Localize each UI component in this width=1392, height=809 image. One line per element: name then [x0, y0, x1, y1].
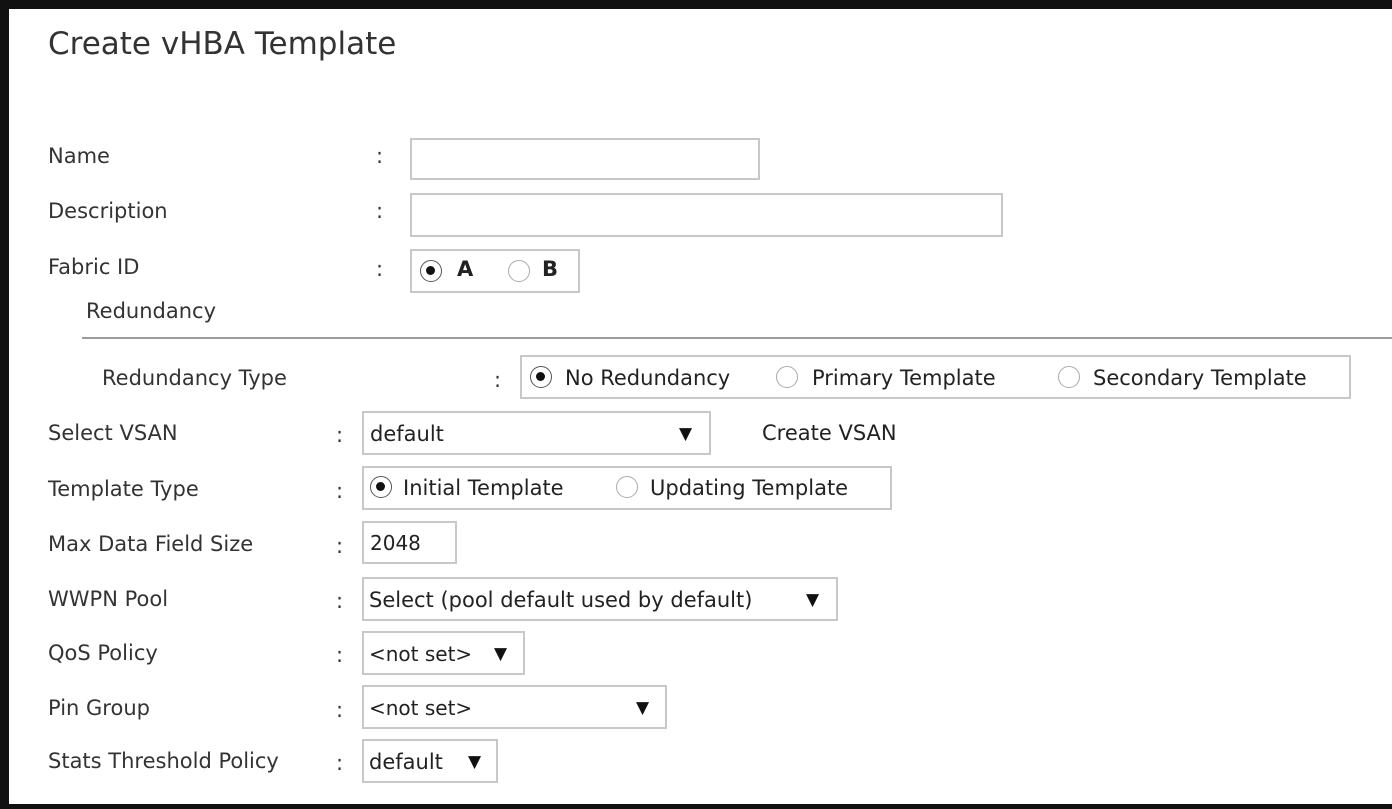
wwpn-pool-label: WWPN Pool	[48, 587, 169, 611]
secondary-template-radio[interactable]	[1058, 366, 1080, 388]
chevron-down-icon: ▼	[636, 698, 650, 718]
name-colon: :	[376, 144, 384, 168]
select-vsan-value: default	[370, 422, 444, 446]
max-data-field-size-input[interactable]	[362, 521, 457, 564]
qos-policy-value: <not set>	[369, 642, 473, 666]
wwpn-pool-value: Select (pool default used by default)	[369, 588, 753, 612]
stats-threshold-policy-colon: :	[336, 751, 344, 775]
select-vsan-label: Select VSAN	[48, 421, 178, 445]
no-redundancy-label[interactable]: No Redundancy	[565, 366, 730, 390]
redundancy-type-colon: :	[494, 368, 502, 392]
no-redundancy-radio[interactable]	[530, 366, 552, 388]
chevron-down-icon: ▼	[806, 590, 820, 610]
chevron-down-icon: ▼	[468, 752, 482, 772]
create-vsan-link[interactable]: Create VSAN	[762, 421, 897, 445]
updating-template-label[interactable]: Updating Template	[650, 476, 848, 500]
primary-template-label[interactable]: Primary Template	[812, 366, 996, 390]
wwpn-pool-colon: :	[336, 589, 344, 613]
stats-threshold-policy-dropdown[interactable]: default ▼	[362, 739, 498, 783]
max-data-field-size-colon: :	[336, 534, 344, 558]
dialog-frame	[0, 0, 1392, 809]
pin-group-label: Pin Group	[48, 696, 150, 720]
description-label: Description	[48, 199, 168, 223]
fabric-id-b-radio[interactable]	[508, 260, 530, 282]
redundancy-section-heading: Redundancy	[86, 299, 216, 323]
pin-group-value: <not set>	[369, 696, 473, 720]
name-label: Name	[48, 144, 110, 168]
select-vsan-colon: :	[336, 423, 344, 447]
qos-policy-colon: :	[336, 643, 344, 667]
primary-template-radio[interactable]	[776, 366, 798, 388]
fabric-id-b-label[interactable]: B	[542, 257, 558, 281]
description-input[interactable]	[410, 193, 1003, 237]
stats-threshold-policy-value: default	[369, 750, 443, 774]
fabric-id-a-label[interactable]: A	[457, 257, 473, 281]
redundancy-divider	[82, 337, 1392, 339]
initial-template-label[interactable]: Initial Template	[403, 476, 564, 500]
updating-template-radio[interactable]	[616, 476, 638, 498]
secondary-template-label[interactable]: Secondary Template	[1093, 366, 1307, 390]
pin-group-dropdown[interactable]: <not set> ▼	[362, 685, 667, 729]
fabric-id-colon: :	[376, 257, 384, 281]
initial-template-radio[interactable]	[370, 476, 392, 498]
max-data-field-size-label: Max Data Field Size	[48, 532, 254, 556]
chevron-down-icon: ▼	[679, 424, 693, 444]
redundancy-type-label: Redundancy Type	[102, 366, 287, 390]
template-type-colon: :	[336, 479, 344, 503]
wwpn-pool-dropdown[interactable]: Select (pool default used by default) ▼	[362, 577, 838, 621]
template-type-label: Template Type	[48, 477, 199, 501]
dialog-title: Create vHBA Template	[48, 26, 397, 62]
name-input[interactable]	[410, 138, 760, 180]
pin-group-colon: :	[336, 698, 344, 722]
stats-threshold-policy-label: Stats Threshold Policy	[48, 749, 279, 773]
fabric-id-a-radio[interactable]	[420, 260, 442, 282]
description-colon: :	[376, 199, 384, 223]
select-vsan-dropdown[interactable]: default ▼	[362, 411, 711, 455]
fabric-id-label: Fabric ID	[48, 255, 140, 279]
qos-policy-dropdown[interactable]: <not set> ▼	[362, 631, 525, 675]
chevron-down-icon: ▼	[494, 644, 508, 664]
qos-policy-label: QoS Policy	[48, 641, 158, 665]
